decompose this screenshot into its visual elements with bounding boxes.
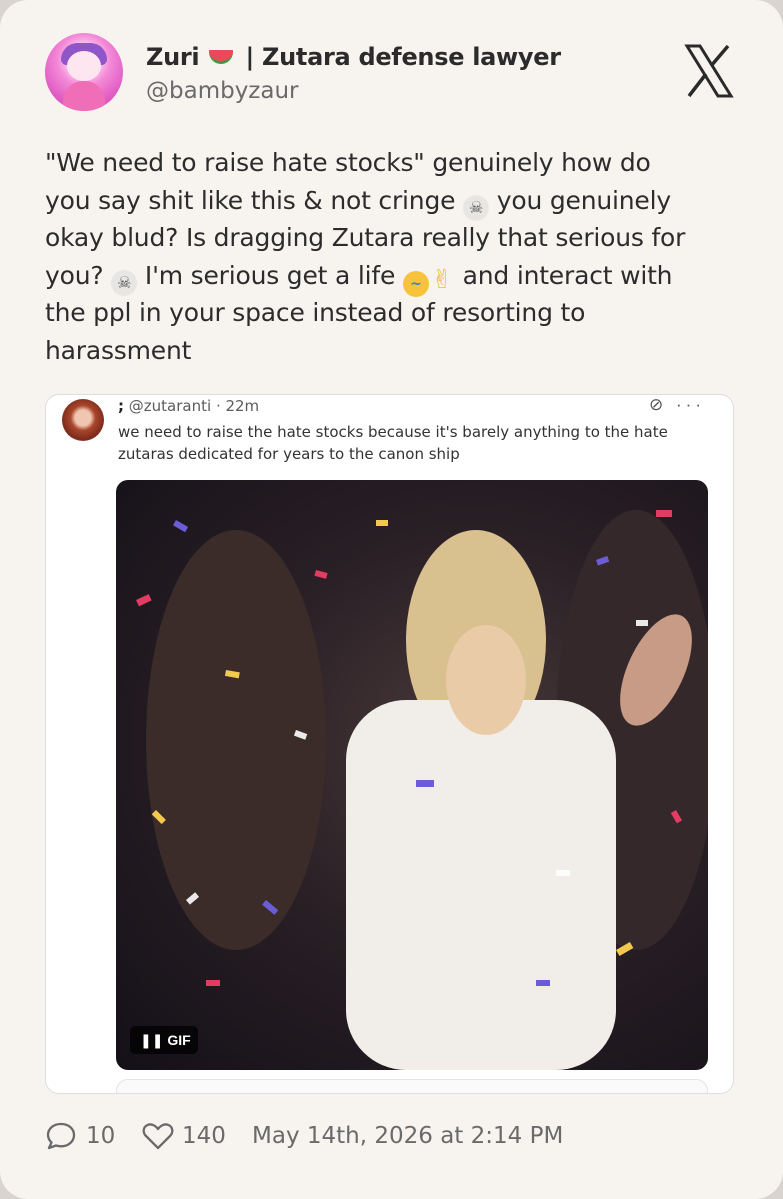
quoted-next-card: [116, 1079, 708, 1093]
tweet-text-line: okay blud? Is dragging Zutara really tha…: [45, 219, 745, 257]
tweet-text-segment: and interact with: [454, 260, 673, 290]
tweet-text-line: the ppl in your space instead of resorti…: [45, 294, 745, 332]
tweet-text-segment: you say shit like this & not cringe: [45, 185, 464, 215]
pause-icon[interactable]: ❚❚: [140, 1032, 163, 1048]
tweet-text-line: "We need to raise hate stocks" genuinely…: [45, 144, 745, 182]
author-avatar[interactable]: [45, 33, 123, 111]
more-options-icon[interactable]: ···: [676, 395, 705, 414]
author-handle[interactable]: @bambyzaur: [146, 78, 299, 104]
author-name-suffix: | Zutara defense lawyer: [245, 43, 561, 71]
tweet-text-segment: "We need to raise hate stocks" genuinely…: [45, 148, 651, 177]
skull-emoji-icon: ☠: [463, 194, 490, 221]
like-count: 140: [182, 1123, 226, 1149]
quoted-time: · 22m: [215, 397, 260, 415]
quoted-text: we need to raise the hate stocks because…: [118, 423, 668, 463]
author-display-name[interactable]: Zuri | Zutara defense lawyer: [146, 43, 561, 73]
quoted-header: ; @zutaranti · 22m: [118, 397, 259, 415]
tweet-text-line: you say shit like this & not cringe ☠ yo…: [45, 182, 745, 221]
author-name: Zuri: [146, 43, 200, 71]
quoted-tweet[interactable]: ; @zutaranti · 22m ⊘ ··· we need to rais…: [45, 394, 734, 1094]
quoted-handle[interactable]: @zutaranti: [129, 397, 211, 415]
grok-icon[interactable]: ⊘: [649, 395, 667, 414]
tweet-text-line: you? ☠ I'm serious get a life ~ ✌ and int…: [45, 257, 745, 297]
watermelon-icon: [209, 50, 234, 64]
tweet-text-segment: okay blud? Is dragging Zutara really tha…: [45, 223, 686, 252]
reply-count: 10: [86, 1123, 116, 1149]
comment-icon[interactable]: [45, 1121, 77, 1151]
gif-badge[interactable]: ❚❚ GIF: [130, 1026, 198, 1054]
gif-label: GIF: [167, 1032, 191, 1048]
tweet-text: "We need to raise hate stocks" genuinely…: [45, 144, 745, 369]
tweet-text-segment: the ppl in your space instead of resorti…: [45, 298, 586, 327]
heart-icon[interactable]: [141, 1121, 175, 1151]
tweet-text-segment: I'm serious get a life: [137, 260, 403, 290]
tweet-text-segment: you?: [45, 260, 112, 290]
quoted-gif[interactable]: ❚❚ GIF: [116, 480, 708, 1070]
skull-emoji-icon: ☠: [111, 269, 138, 296]
quoted-name: ;: [118, 397, 124, 415]
tweet-card: Zuri | Zutara defense lawyer @bambyzaur …: [0, 0, 783, 1199]
x-logo-icon[interactable]: [684, 44, 734, 98]
crying-face-emoji-icon: ~: [402, 270, 429, 297]
tweet-text-line: harassment: [45, 332, 745, 370]
quoted-actions: ⊘ ···: [649, 395, 705, 415]
tweet-text-segment: harassment: [45, 335, 192, 365]
gif-image: [136, 510, 708, 1070]
timestamp[interactable]: May 14th, 2026 at 2:14 PM: [252, 1118, 563, 1154]
quoted-avatar[interactable]: [62, 399, 104, 441]
victory-hand-emoji-icon: ✌: [431, 264, 453, 295]
tweet-text-segment: you genuinely: [489, 185, 671, 215]
